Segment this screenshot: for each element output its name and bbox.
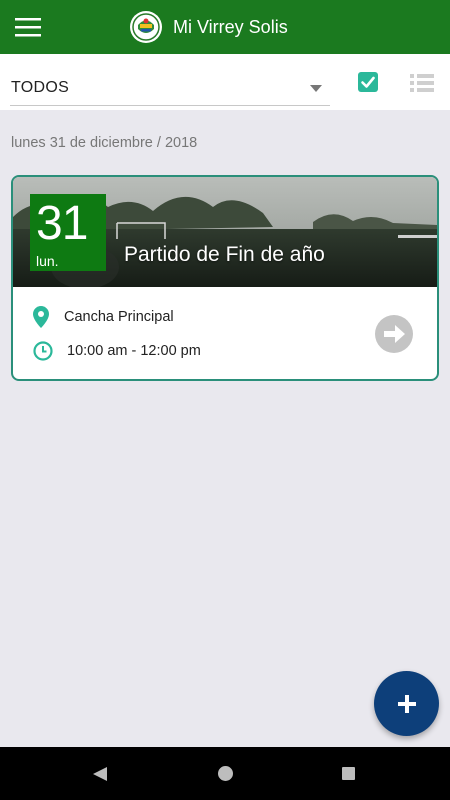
add-event-button[interactable] xyxy=(374,671,439,736)
list-view-icon[interactable] xyxy=(410,73,434,93)
checkbox-checked-icon[interactable] xyxy=(357,71,379,93)
event-time-row: 10:00 am - 12:00 pm xyxy=(33,341,201,361)
event-title: Partido de Fin de año xyxy=(124,243,325,266)
system-navigation-bar xyxy=(0,747,450,800)
category-select-value: TODOS xyxy=(11,79,70,96)
event-card[interactable]: 31 lun. Partido de Fin de año Cancha Pri… xyxy=(11,175,439,381)
plus-icon xyxy=(397,694,416,713)
filter-bar: TODOS xyxy=(0,54,450,110)
home-icon[interactable] xyxy=(218,766,233,781)
app-title: Mi Virrey Solis xyxy=(173,17,288,37)
category-select[interactable]: TODOS xyxy=(10,72,330,106)
event-time: 10:00 am - 12:00 pm xyxy=(67,343,201,359)
date-header: lunes 31 de diciembre / 2018 xyxy=(11,135,198,151)
club-logo xyxy=(130,11,162,43)
location-pin-icon xyxy=(33,306,49,328)
app-bar: Mi Virrey Solis xyxy=(0,0,450,54)
day-number: 31 xyxy=(36,197,88,250)
menu-button[interactable] xyxy=(0,0,56,54)
day-badge: 31 lun. xyxy=(30,194,106,271)
recents-icon[interactable] xyxy=(342,767,355,780)
clock-icon xyxy=(33,341,53,361)
dropdown-caret-icon xyxy=(310,85,322,92)
club-logo-icon xyxy=(132,13,160,41)
event-location-row: Cancha Principal xyxy=(33,306,174,328)
day-abbreviation: lun. xyxy=(36,253,59,269)
hamburger-icon xyxy=(15,18,41,37)
back-icon[interactable] xyxy=(93,767,107,781)
event-location: Cancha Principal xyxy=(64,309,174,325)
arrow-right-circle-icon[interactable] xyxy=(374,314,414,354)
